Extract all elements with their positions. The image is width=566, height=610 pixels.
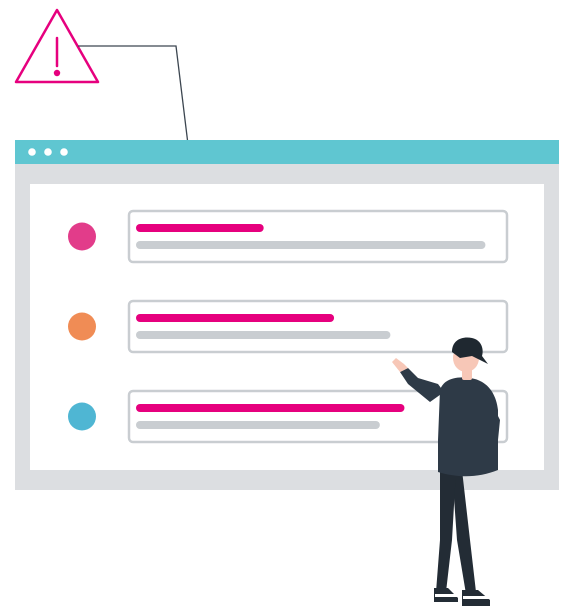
illustration-canvas bbox=[14, 8, 559, 606]
status-dot-orange bbox=[68, 312, 96, 341]
status-dot-pink bbox=[68, 222, 96, 251]
window-dots-icon bbox=[28, 148, 68, 156]
list-item[interactable] bbox=[68, 299, 509, 354]
list-item[interactable] bbox=[68, 209, 509, 264]
illustration-stage bbox=[0, 0, 566, 610]
list-item-card[interactable] bbox=[127, 299, 509, 354]
window-titlebar bbox=[15, 140, 559, 164]
list-item-card[interactable] bbox=[127, 209, 509, 264]
status-dot-blue bbox=[68, 402, 96, 431]
